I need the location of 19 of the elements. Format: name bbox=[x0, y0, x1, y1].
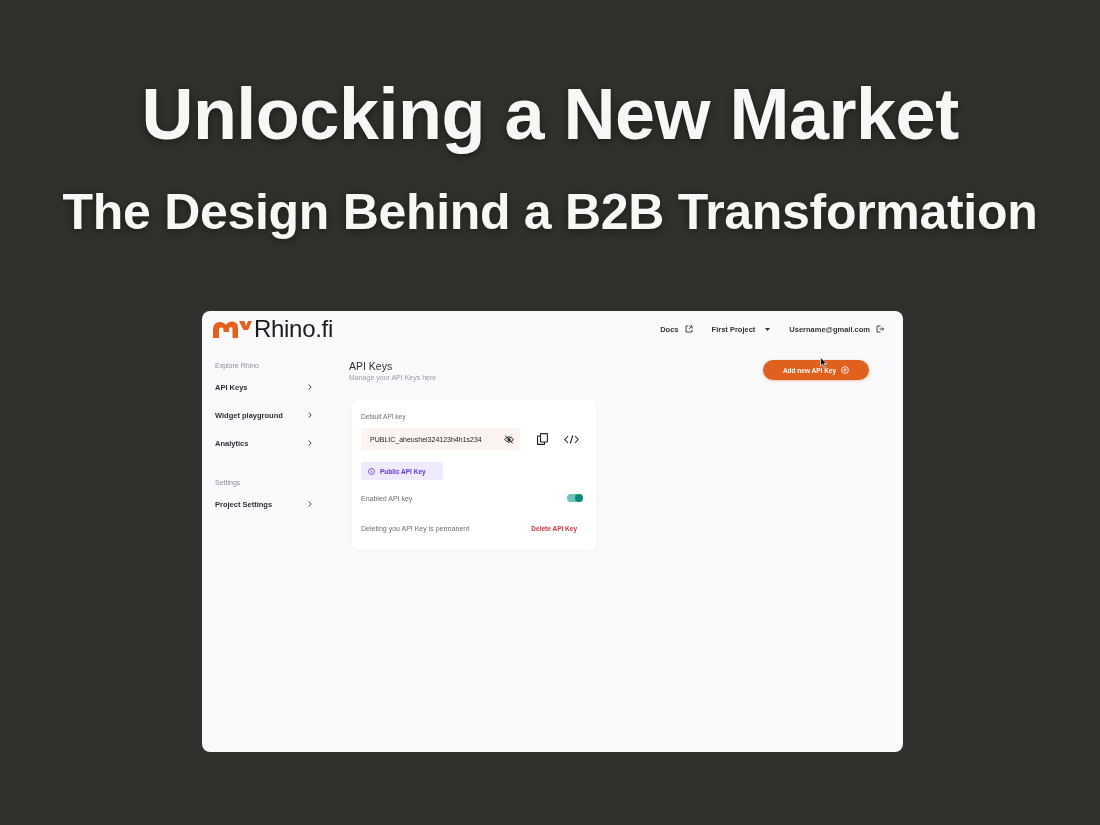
logo-wordmark: Rhino.fi bbox=[254, 315, 333, 343]
code-icon[interactable] bbox=[564, 434, 579, 444]
logo-mark-icon bbox=[213, 320, 252, 338]
headline-subtitle: The Design Behind a B2B Transformation bbox=[62, 183, 1038, 242]
chevron-right-icon bbox=[308, 501, 312, 507]
mouse-pointer-icon bbox=[820, 357, 828, 368]
copy-icon[interactable] bbox=[537, 433, 548, 445]
plus-circle-icon bbox=[841, 366, 850, 374]
caret-icon bbox=[765, 327, 771, 331]
page-title: API Keys bbox=[349, 360, 394, 373]
headline-title: Unlocking a New Market bbox=[141, 74, 959, 154]
eye-off-icon[interactable] bbox=[504, 434, 514, 444]
info-icon bbox=[368, 467, 375, 475]
chevron-right-icon bbox=[308, 412, 312, 418]
external-link-icon bbox=[684, 325, 693, 333]
chevron-right-icon bbox=[308, 440, 312, 446]
toggle-switch[interactable] bbox=[567, 494, 583, 502]
logout-icon bbox=[876, 325, 884, 333]
chevron-right-icon bbox=[308, 384, 312, 390]
